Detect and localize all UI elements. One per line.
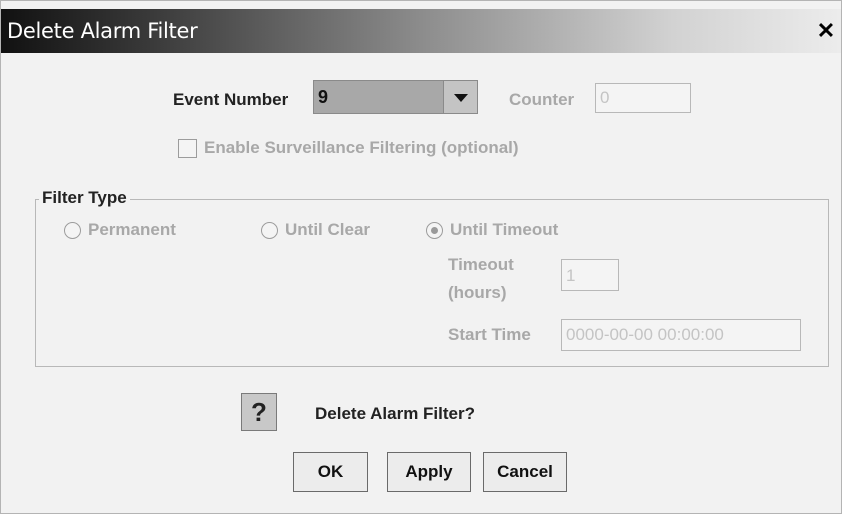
start-time-field[interactable]: 0000-00-00 00:00:00 bbox=[561, 319, 801, 351]
surveillance-checkbox[interactable] bbox=[178, 139, 197, 158]
surveillance-label: Enable Surveillance Filtering (optional) bbox=[204, 138, 519, 157]
event-number-value: 9 bbox=[318, 87, 329, 107]
start-time-label: Start Time bbox=[448, 325, 531, 344]
dialog-title: Delete Alarm Filter bbox=[7, 19, 198, 43]
radio-until-timeout[interactable] bbox=[426, 222, 443, 239]
radio-permanent[interactable] bbox=[64, 222, 81, 239]
radio-permanent-label: Permanent bbox=[88, 220, 176, 239]
dialog-window: Delete Alarm Filter ✕ Event Number 9 Cou… bbox=[0, 0, 842, 514]
counter-label: Counter bbox=[509, 90, 575, 109]
timeout-label-line2: (hours) bbox=[448, 283, 507, 302]
close-icon[interactable]: ✕ bbox=[814, 20, 838, 42]
radio-until-timeout-label: Until Timeout bbox=[450, 220, 559, 239]
apply-button[interactable]: Apply bbox=[387, 452, 471, 492]
radio-until-clear-label: Until Clear bbox=[285, 220, 371, 239]
radio-until-clear[interactable] bbox=[261, 222, 278, 239]
timeout-field[interactable]: 1 bbox=[561, 259, 619, 291]
cancel-button[interactable]: Cancel bbox=[483, 452, 567, 492]
event-number-label: Event Number bbox=[173, 90, 289, 109]
confirm-message: Delete Alarm Filter? bbox=[315, 404, 475, 423]
question-icon: ? bbox=[241, 393, 277, 431]
counter-field[interactable]: 0 bbox=[595, 83, 691, 113]
chevron-down-icon[interactable] bbox=[443, 81, 477, 113]
event-number-select[interactable]: 9 bbox=[313, 80, 478, 114]
ok-button[interactable]: OK bbox=[293, 452, 368, 492]
title-bar: Delete Alarm Filter ✕ bbox=[1, 9, 841, 53]
timeout-label-line1: Timeout bbox=[448, 255, 514, 274]
filter-type-title: Filter Type bbox=[39, 188, 130, 208]
